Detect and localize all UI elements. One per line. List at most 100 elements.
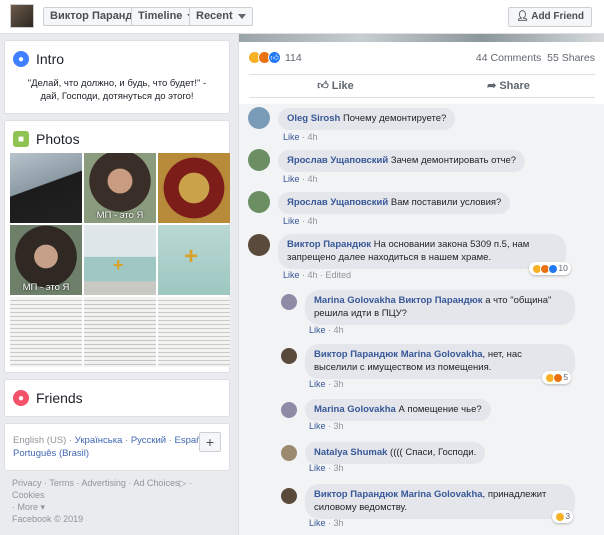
comment-reactions[interactable]: 3	[552, 510, 574, 523]
avatar[interactable]	[248, 234, 270, 256]
footer-link[interactable]: Privacy	[12, 478, 42, 488]
comment-time[interactable]: 4h	[308, 270, 318, 280]
profile-avatar[interactable]	[10, 4, 34, 28]
recent-label: Recent	[196, 10, 233, 22]
mention-link[interactable]: Marina Golovakha	[401, 489, 483, 500]
avatar[interactable]	[248, 191, 270, 213]
sad-reaction-icon	[555, 511, 565, 522]
comment-author[interactable]: Виктор Парандюк	[314, 349, 398, 360]
like-button[interactable]: 👍︎ Like	[249, 75, 422, 97]
photo-thumbnail[interactable]	[158, 297, 230, 367]
avatar[interactable]	[281, 445, 297, 461]
language-link[interactable]: Українська	[75, 435, 123, 446]
comment-bubble: Виктор Парандюк Marina Golovakha, принад…	[305, 484, 575, 519]
comment-like-link[interactable]: Like	[309, 463, 326, 473]
language-link[interactable]: Português (Brasil)	[13, 448, 89, 459]
avatar[interactable]	[248, 107, 270, 129]
reply-comment: Виктор Парандюк Marina Golovakha, нет, н…	[281, 344, 575, 379]
friends-title[interactable]: Friends	[36, 390, 83, 406]
comment-like-link[interactable]: Like	[283, 132, 300, 142]
comment-meta: Like · 4h	[283, 174, 318, 184]
edited-label[interactable]: Edited	[326, 270, 352, 280]
avatar[interactable]	[281, 488, 297, 504]
add-friend-button[interactable]: 👤︎ Add Friend	[508, 7, 592, 27]
comment-author[interactable]: Oleg Sirosh	[287, 113, 340, 124]
share-icon: ➦	[487, 80, 497, 92]
reaction-count[interactable]: 114	[285, 52, 302, 64]
photo-thumbnail[interactable]: +	[158, 225, 230, 295]
share-label: Share	[499, 80, 530, 92]
angry-reaction-icon	[553, 372, 563, 383]
add-language-button[interactable]: +	[199, 432, 221, 452]
intro-quote: "Делай, что должно, и будь, что будет!" …	[27, 78, 207, 102]
footer-link[interactable]: More	[18, 502, 39, 512]
reaction-count: 10	[558, 263, 568, 273]
comment-author[interactable]: Виктор Парандюк	[287, 239, 371, 250]
photo-thumbnail[interactable]: МП - это Я	[84, 153, 156, 223]
comment-time[interactable]: 4h	[308, 216, 318, 226]
mention-link[interactable]: Виктор Парандюк	[398, 295, 482, 306]
reply-comment: Marina Golovakha Виктор Парандюк а что "…	[281, 290, 575, 325]
comment-author[interactable]: Marina Golovakha	[314, 295, 396, 306]
comment-author[interactable]: Natalya Shumak	[314, 447, 387, 458]
photo-thumbnail[interactable]: МП - это Я	[10, 225, 82, 295]
reaction-icons[interactable]: 👍︎	[248, 51, 281, 64]
comment-bubble: Виктор Парандюк Marina Golovakha, нет, н…	[305, 344, 575, 379]
comment-like-link[interactable]: Like	[283, 216, 300, 226]
comment-like-link[interactable]: Like	[309, 379, 326, 389]
comment-like-link[interactable]: Like	[283, 174, 300, 184]
post-stats: 👍︎ 114 44 Comments 55 Shares	[239, 48, 604, 70]
avatar[interactable]	[281, 348, 297, 364]
photo-thumbnail[interactable]	[10, 297, 82, 367]
photos-title[interactable]: Photos	[36, 131, 80, 147]
photo-caption: МП - это Я	[96, 210, 144, 221]
footer-link[interactable]: Cookies	[12, 490, 45, 500]
comment-count[interactable]: 44 Comments	[476, 52, 541, 64]
share-button[interactable]: ➦ Share	[422, 75, 595, 97]
avatar[interactable]	[281, 294, 297, 310]
comment-author[interactable]: Виктор Парандюк	[314, 489, 398, 500]
comment-time[interactable]: 3h	[334, 518, 344, 528]
page-footer: Privacy · Terms · Advertising · Ad Choic…	[12, 478, 192, 524]
comment-time[interactable]: 4h	[308, 132, 318, 142]
comment-text: (((( Спаси, Господи.	[390, 447, 477, 458]
comment-bubble: Ярослав Ущаповский Вам поставили условия…	[278, 192, 511, 214]
photo-thumbnail[interactable]	[84, 297, 156, 367]
comment-author[interactable]: Marina Golovakha	[314, 404, 396, 415]
comment-reactions[interactable]: 10	[529, 262, 571, 275]
avatar[interactable]	[281, 402, 297, 418]
photo-thumbnail[interactable]	[158, 153, 230, 223]
footer-link[interactable]: Advertising	[81, 478, 126, 488]
comment-time[interactable]: 3h	[334, 421, 344, 431]
comment-time[interactable]: 4h	[308, 174, 318, 184]
avatar[interactable]	[248, 149, 270, 171]
comment-author[interactable]: Ярослав Ущаповский	[287, 155, 388, 166]
footer-link[interactable]: Terms	[49, 478, 74, 488]
left-column: ● Intro "Делай, что должно, и будь, что б…	[4, 40, 230, 525]
add-friend-label: Add Friend	[531, 11, 584, 22]
mention-link[interactable]: Marina Golovakha	[401, 349, 483, 360]
photo-thumbnail[interactable]	[10, 153, 82, 223]
recent-dropdown[interactable]: Recent	[189, 7, 253, 26]
comments-section: Oleg Sirosh Почему демонтируете? Like · …	[239, 104, 604, 535]
post-image-bottom[interactable]	[239, 34, 604, 42]
footer-link[interactable]: Ad Choices	[133, 478, 179, 488]
comment-time[interactable]: 3h	[334, 463, 344, 473]
comment-like-link[interactable]: Like	[309, 421, 326, 431]
comment-like-link[interactable]: Like	[283, 270, 300, 280]
photo-thumbnail[interactable]: +	[84, 225, 156, 295]
comment-bubble: Natalya Shumak (((( Спаси, Господи.	[305, 442, 486, 464]
comment-time[interactable]: 4h	[334, 325, 344, 335]
share-count[interactable]: 55 Shares	[547, 52, 595, 64]
comment-author[interactable]: Ярослав Ущаповский	[287, 197, 388, 208]
comment-text: Вам поставили условия?	[390, 197, 502, 208]
comment-bubble: Marina Golovakha А помещение чье?	[305, 399, 491, 421]
comment-like-link[interactable]: Like	[309, 325, 326, 335]
comment-like-link[interactable]: Like	[309, 518, 326, 528]
current-language: English (US)	[13, 435, 67, 446]
comment-time[interactable]: 3h	[334, 379, 344, 389]
comment-meta: Like · 4h · Edited	[283, 270, 352, 280]
thumbs-up-icon: 👍︎	[317, 80, 329, 92]
comment-reactions[interactable]: 5	[542, 371, 572, 384]
language-link[interactable]: Русский	[131, 435, 166, 446]
